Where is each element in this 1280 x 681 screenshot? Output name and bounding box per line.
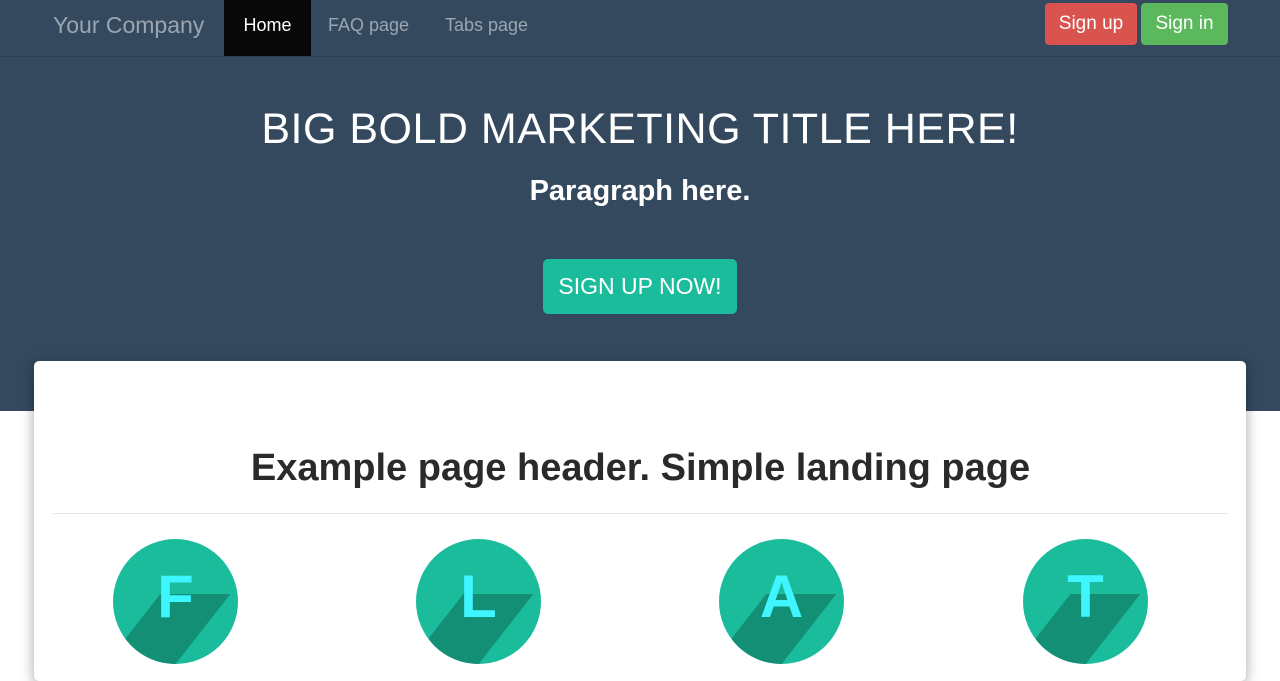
- feature-letter: F: [157, 563, 194, 630]
- sign-in-button[interactable]: Sign in: [1141, 3, 1228, 45]
- feature-letter: A: [759, 563, 804, 630]
- sign-up-now-button[interactable]: SIGN UP NOW!: [543, 259, 737, 314]
- nav-faq[interactable]: FAQ page: [311, 0, 426, 56]
- hero-title: BIG BOLD MARKETING TITLE HERE!: [261, 105, 1019, 153]
- page-header: Example page header. Simple landing page: [250, 447, 1031, 489]
- feature-circle-a: A: [719, 539, 844, 664]
- feature-letter: L: [460, 563, 497, 630]
- feature-circle-l: L: [416, 539, 541, 664]
- sign-up-button[interactable]: Sign up: [1045, 3, 1137, 45]
- hero-section: BIG BOLD MARKETING TITLE HERE! Paragraph…: [0, 57, 1280, 411]
- top-navbar: Your Company Home FAQ page Tabs page Sig…: [0, 0, 1280, 57]
- feature-letter: T: [1067, 563, 1104, 630]
- feature-circle-t: T: [1023, 539, 1148, 664]
- brand-link[interactable]: Your Company: [53, 0, 204, 56]
- hero-subtitle: Paragraph here.: [529, 175, 751, 207]
- feature-circle-f: F: [113, 539, 238, 664]
- nav-tabs[interactable]: Tabs page: [426, 0, 547, 56]
- header-divider: [53, 513, 1228, 514]
- content-card: Example page header. Simple landing page…: [34, 361, 1246, 681]
- nav-home[interactable]: Home: [224, 0, 311, 56]
